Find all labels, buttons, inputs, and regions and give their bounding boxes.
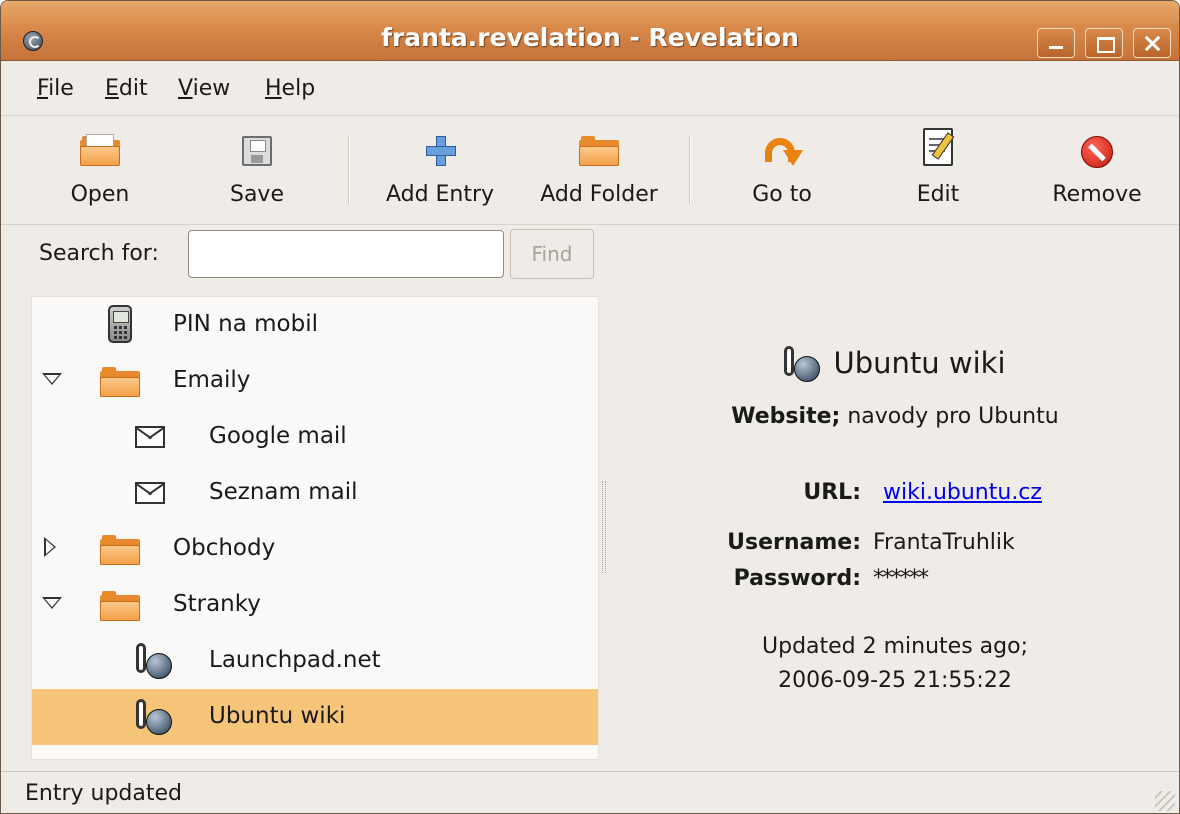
- password-value: ******: [873, 566, 929, 591]
- edit-document-icon: [923, 128, 953, 166]
- status-text: Entry updated: [25, 781, 183, 806]
- tree-item-label: Launchpad.net: [209, 647, 381, 673]
- folder-open-icon: [100, 591, 140, 621]
- tree-item-seznam-mail[interactable]: Seznam mail: [32, 465, 598, 521]
- open-button[interactable]: Open: [25, 120, 175, 220]
- tree-item-label: Emaily: [173, 367, 251, 393]
- add-entry-label: Add Entry: [385, 182, 495, 207]
- toolbar-separator: [348, 136, 350, 204]
- close-button[interactable]: [1133, 28, 1171, 58]
- open-folder-icon: [80, 134, 120, 166]
- tree-item-label: Seznam mail: [209, 479, 358, 505]
- website-icon: [136, 699, 172, 735]
- add-entry-button[interactable]: Add Entry: [365, 120, 515, 220]
- toolbar-separator: [689, 136, 691, 204]
- window-title: franta.revelation - Revelation: [381, 23, 799, 52]
- updated-info: Updated 2 minutes ago; 2006-09-25 21:55:…: [611, 630, 1179, 698]
- expander-open-icon[interactable]: [42, 373, 62, 385]
- minimize-button[interactable]: [1037, 28, 1075, 58]
- app-window: franta.revelation - Revelation File Edit…: [0, 0, 1180, 814]
- password-field: Password:: [611, 566, 861, 596]
- title-bar[interactable]: franta.revelation - Revelation: [1, 1, 1179, 61]
- password-label: Password:: [733, 566, 861, 591]
- tree-item-label: Stranky: [173, 591, 261, 617]
- search-label: Search for:: [39, 241, 159, 266]
- find-button[interactable]: Find: [510, 229, 594, 279]
- menu-edit[interactable]: Edit: [105, 76, 148, 101]
- expander-closed-icon[interactable]: [44, 537, 56, 557]
- remove-icon: [1081, 136, 1113, 168]
- search-bar: Search for: Find: [1, 226, 1179, 284]
- mail-icon: [135, 482, 165, 504]
- folder-open-icon: [100, 367, 140, 397]
- tree-item-obchody[interactable]: Obchody: [32, 521, 598, 577]
- website-icon: [136, 643, 172, 679]
- open-label: Open: [70, 182, 130, 207]
- entry-description: navody pro Ubuntu: [847, 404, 1059, 429]
- updated-timestamp: 2006-09-25 21:55:22: [778, 668, 1012, 693]
- tree-item-label: PIN na mobil: [173, 311, 319, 337]
- maximize-button[interactable]: [1085, 28, 1123, 58]
- menu-bar: File Edit View Help: [1, 62, 1179, 114]
- tree-item-google-mail[interactable]: Google mail: [32, 409, 598, 465]
- resize-grip[interactable]: [1155, 791, 1175, 811]
- tree-item-label: Google mail: [209, 423, 347, 449]
- entry-description-row: Website; navody pro Ubuntu: [611, 404, 1179, 429]
- url-field: URL:: [611, 480, 861, 510]
- username-value: FrantaTruhlik: [873, 530, 1015, 555]
- entry-type-label: Website;: [731, 404, 841, 429]
- menu-file[interactable]: File: [37, 76, 74, 101]
- url-link[interactable]: wiki.ubuntu.cz: [883, 480, 1042, 505]
- pane-splitter-handle[interactable]: [602, 481, 606, 573]
- tree-item-stranky[interactable]: Stranky: [32, 577, 598, 633]
- edit-label: Edit: [916, 182, 960, 207]
- save-icon: [242, 136, 272, 166]
- url-label: URL:: [803, 480, 861, 505]
- remove-button[interactable]: Remove: [1022, 120, 1172, 220]
- toolbar: Open Save Add Entry Add Folder Go to Edi…: [1, 115, 1179, 225]
- tree-item-emaily[interactable]: Emaily: [32, 353, 598, 409]
- folder-icon: [100, 535, 140, 565]
- username-label: Username:: [727, 530, 861, 555]
- entry-details-panel: Ubuntu wiki Website; navody pro Ubuntu U…: [611, 296, 1179, 760]
- edit-button[interactable]: Edit: [863, 120, 1013, 220]
- updated-line: Updated 2 minutes ago;: [762, 634, 1028, 659]
- expander-open-icon[interactable]: [42, 597, 62, 609]
- entry-title-row: Ubuntu wiki: [611, 346, 1179, 382]
- add-folder-button[interactable]: Add Folder: [524, 120, 674, 220]
- save-label: Save: [229, 182, 284, 207]
- folder-icon: [579, 136, 619, 166]
- tree-item-label: Obchody: [173, 535, 276, 561]
- phone-icon: [108, 305, 132, 343]
- tree-item-label: Ubuntu wiki: [209, 703, 346, 729]
- remove-label: Remove: [1052, 182, 1142, 207]
- tree-item-pin-na-mobil[interactable]: PIN na mobil: [32, 297, 598, 353]
- menu-help[interactable]: Help: [265, 76, 315, 101]
- website-icon: [784, 346, 821, 382]
- goto-arrow-icon: [765, 136, 803, 170]
- menu-view[interactable]: View: [178, 76, 230, 101]
- status-bar: Entry updated: [1, 771, 1179, 813]
- mail-icon: [135, 426, 165, 448]
- add-icon: [426, 136, 456, 166]
- search-input[interactable]: [188, 230, 504, 278]
- tree-item-launchpad[interactable]: Launchpad.net: [32, 633, 598, 689]
- entry-title: Ubuntu wiki: [833, 346, 1006, 380]
- tree-item-ubuntu-wiki[interactable]: Ubuntu wiki: [32, 689, 598, 745]
- add-folder-label: Add Folder: [540, 182, 658, 207]
- goto-button[interactable]: Go to: [707, 120, 857, 220]
- username-field: Username:: [611, 530, 861, 560]
- goto-label: Go to: [752, 182, 812, 207]
- save-button[interactable]: Save: [182, 120, 332, 220]
- entry-tree[interactable]: PIN na mobil Emaily Google mail Seznam m…: [31, 296, 599, 760]
